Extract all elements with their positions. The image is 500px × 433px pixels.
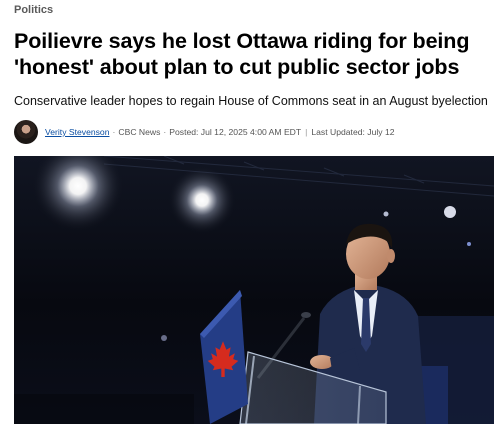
article-headline: Poilievre says he lost Ottawa riding for… [14,29,470,79]
byline-outlet: CBC News [118,127,161,137]
article-deck: Conservative leader hopes to regain Hous… [14,94,488,108]
hero-photo-illustration [14,156,494,424]
author-avatar[interactable] [14,120,38,144]
byline-separator: · [112,127,116,137]
byline-divider: | [305,127,308,137]
hero-image [14,156,494,424]
section-link-politics[interactable]: Politics [14,4,53,16]
author-link[interactable]: Verity Stevenson [45,127,110,137]
byline-posted: Posted: Jul 12, 2025 4:00 AM EDT [169,127,302,137]
byline-separator: · [163,127,167,137]
byline: Verity Stevenson · CBC News · Posted: Ju… [14,120,395,144]
byline-updated: Last Updated: July 12 [311,127,395,137]
